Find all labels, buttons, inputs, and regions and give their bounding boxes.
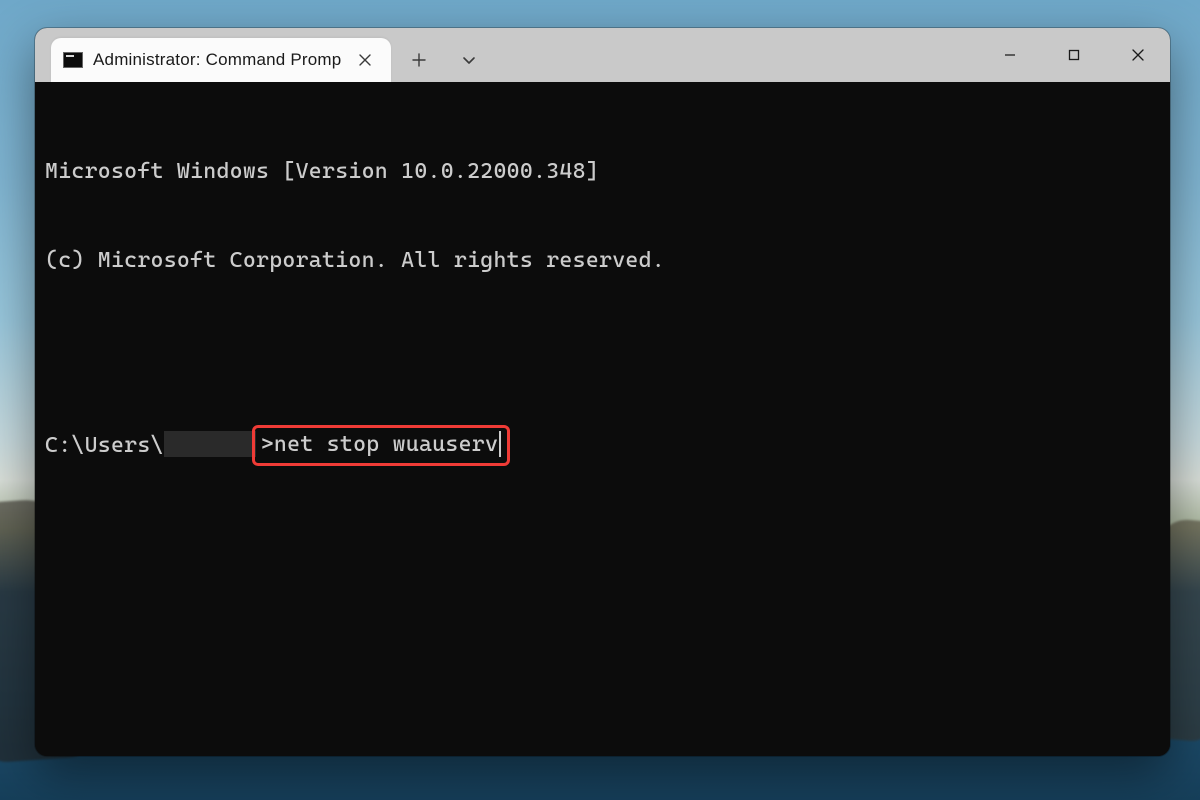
maximize-icon: [1067, 48, 1081, 62]
command-text: net stop wuauserv: [274, 430, 498, 460]
text-cursor: [499, 431, 501, 457]
tab-close-button[interactable]: [351, 46, 379, 74]
minimize-icon: [1003, 48, 1017, 62]
cmd-icon: [63, 52, 83, 68]
titlebar[interactable]: Administrator: Command Promp: [35, 28, 1170, 82]
command-highlight: >net stop wuauserv: [252, 425, 510, 467]
close-icon: [359, 54, 371, 66]
maximize-button[interactable]: [1042, 28, 1106, 82]
new-tab-button[interactable]: [397, 38, 441, 82]
banner-line: (c) Microsoft Corporation. All rights re…: [45, 246, 1160, 276]
close-button[interactable]: [1106, 28, 1170, 82]
tab-dropdown-button[interactable]: [447, 38, 491, 82]
prompt-suffix: >: [261, 430, 274, 460]
chevron-down-icon: [462, 53, 476, 67]
prompt-line: C:\Users\ >net stop wuauserv: [45, 425, 1160, 467]
banner-line: Microsoft Windows [Version 10.0.22000.34…: [45, 157, 1160, 187]
plus-icon: [412, 53, 426, 67]
minimize-button[interactable]: [978, 28, 1042, 82]
tab-active[interactable]: Administrator: Command Promp: [51, 38, 391, 82]
redacted-username: [164, 431, 256, 457]
window-controls: [978, 28, 1170, 82]
tabstrip: Administrator: Command Promp: [35, 28, 491, 82]
terminal-body[interactable]: Microsoft Windows [Version 10.0.22000.34…: [35, 82, 1170, 756]
tab-title: Administrator: Command Promp: [93, 50, 341, 70]
terminal-window: Administrator: Command Promp: [35, 28, 1170, 756]
prompt-path-prefix: C:\Users\: [45, 431, 164, 461]
close-icon: [1131, 48, 1145, 62]
blank-line: [45, 336, 1160, 366]
